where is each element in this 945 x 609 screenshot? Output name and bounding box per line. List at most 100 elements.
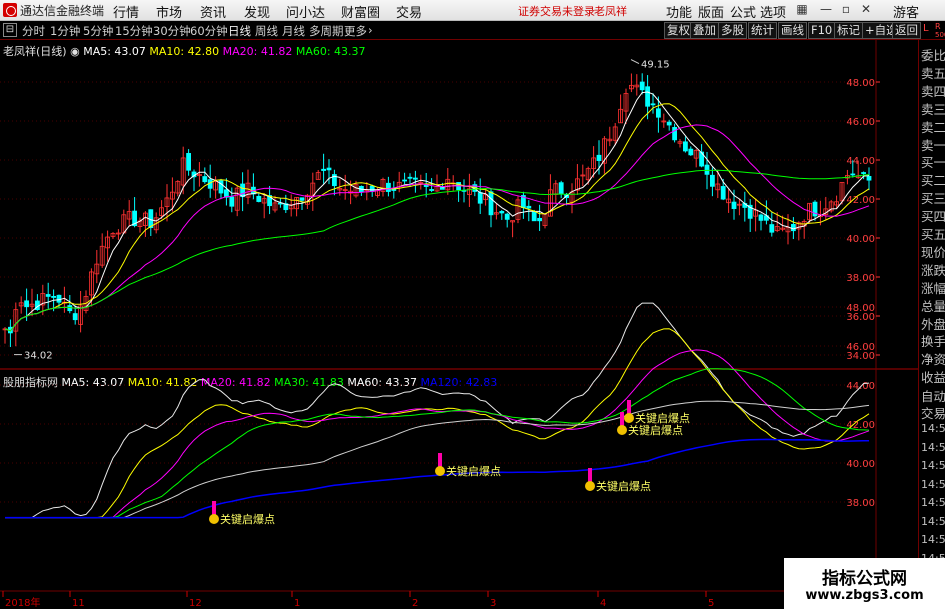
- candle-body-159: [861, 172, 866, 174]
- back-button[interactable]: 返回: [892, 22, 921, 39]
- signal-label-4: 关键启爆点: [635, 411, 690, 425]
- period-30min[interactable]: 30分钟: [153, 23, 191, 39]
- quote-label-1: 卖五: [921, 65, 945, 81]
- candle-body-92: [499, 211, 505, 214]
- menu-wenxiaoda[interactable]: 问小达: [286, 2, 325, 21]
- period-multi[interactable]: 多周期: [309, 23, 344, 39]
- chart-area[interactable]: 48.0046.0044.0042.0040.0038.0036.0034.00…: [0, 39, 918, 609]
- main-price-label-4: 40.00: [846, 234, 875, 245]
- period-more[interactable]: 更多: [344, 23, 367, 39]
- menu-gongshi[interactable]: 公式: [730, 2, 756, 21]
- candle-body-157: [850, 173, 856, 176]
- menu-faxian[interactable]: 发现: [244, 2, 270, 21]
- candle-body-123: [666, 121, 672, 126]
- signal-bar-2: [588, 468, 592, 482]
- fuquan-button[interactable]: 复权: [664, 22, 693, 39]
- candle-body-37: [202, 176, 208, 183]
- sub-ma60-line: [5, 400, 870, 519]
- main-price-label-5: 38.00: [846, 273, 875, 284]
- title-bar: 通达信金融终端 行情 市场 资讯 发现 问小达 财富圈 交易 证券交易未登录 老…: [0, 0, 945, 21]
- trade-time-3: 14:56: [921, 477, 945, 491]
- trade-time-6: 14:56: [921, 533, 945, 546]
- multi-stock-button[interactable]: 多股: [718, 22, 747, 39]
- period-5min[interactable]: 5分钟: [83, 23, 113, 39]
- menu-gongneng[interactable]: 功能: [666, 2, 692, 21]
- watermark-url: www.zbgs3.com: [805, 588, 924, 603]
- f10-button[interactable]: F10: [808, 22, 836, 39]
- signal-bar-3: [620, 412, 624, 426]
- high-price-label: 49.15: [641, 60, 670, 71]
- signal-label-0: 关键启爆点: [220, 512, 275, 526]
- quote-label-10: 买五: [921, 227, 945, 242]
- period-60min[interactable]: 60分钟: [190, 23, 228, 39]
- date-label-3: 1: [294, 598, 300, 609]
- candle-body-59: [321, 168, 327, 171]
- menu-xuanxiang[interactable]: 选项: [760, 2, 786, 21]
- candle-body-97: [526, 205, 532, 209]
- quote-label-16: 换手: [921, 334, 945, 350]
- signal-label-1: 关键启爆点: [446, 464, 501, 478]
- panel-letter-500[interactable]: 500: [935, 31, 945, 39]
- sub-ma20-line: [5, 349, 870, 519]
- panel-letter-r[interactable]: R: [935, 22, 941, 31]
- close-icon[interactable]: ✕: [858, 2, 874, 17]
- skin-icon[interactable]: ▦: [794, 2, 810, 17]
- trade-login-warning[interactable]: 证券交易未登录: [518, 3, 595, 19]
- candle-body-124: [672, 127, 677, 141]
- quote-label-4: 卖二: [921, 119, 945, 135]
- candle-body-76: [412, 177, 418, 180]
- candle-body-99: [537, 217, 542, 222]
- sub-ma30-line: [5, 368, 870, 519]
- statistics-button[interactable]: 统计: [748, 22, 777, 39]
- candle-body-75: [407, 176, 413, 179]
- low-price-label: 34.02: [24, 351, 53, 362]
- period-1min[interactable]: 1分钟: [50, 23, 80, 39]
- draw-line-button[interactable]: 画线: [778, 22, 807, 39]
- period-15min[interactable]: 15分钟: [115, 23, 153, 39]
- left-panel-icon[interactable]: ⊟: [3, 23, 17, 37]
- period-weekly[interactable]: 周线: [255, 23, 278, 39]
- signal-bar-0: [212, 501, 216, 515]
- date-label-5: 3: [490, 598, 496, 609]
- overlay-button[interactable]: 叠加: [690, 22, 719, 39]
- candle-body-121: [656, 108, 661, 118]
- candle-body-133: [720, 186, 726, 200]
- watermark-title: 指标公式网: [822, 569, 907, 589]
- candle-body-13: [72, 313, 78, 321]
- quote-label-5: 卖一: [921, 137, 945, 153]
- panel-letter-l[interactable]: L: [923, 23, 929, 34]
- main-price-label-3: 42.00: [846, 195, 875, 206]
- quote-label-12: 涨跌: [921, 262, 945, 278]
- period-daily[interactable]: 日线: [228, 23, 251, 39]
- quote-label-11: 现价: [921, 244, 945, 260]
- candle-body-9: [51, 295, 56, 298]
- quote-label-13: 涨幅: [921, 280, 945, 296]
- guest-user[interactable]: 游客: [893, 2, 919, 21]
- menu-jiaoyi[interactable]: 交易: [396, 2, 422, 21]
- money-bag-icon: [624, 413, 634, 423]
- menu-zixun[interactable]: 资讯: [200, 2, 226, 21]
- date-label-2: 12: [189, 598, 202, 609]
- mark-button[interactable]: 标记: [834, 22, 863, 39]
- candle-body-71: [385, 182, 391, 192]
- menu-shichang[interactable]: 市场: [156, 2, 182, 21]
- candle-body-88: [477, 192, 483, 204]
- candle-body-146: [791, 224, 796, 232]
- period-monthly[interactable]: 月线: [282, 23, 305, 39]
- menu-caifuquan[interactable]: 财富圈: [341, 2, 380, 21]
- candle-body-55: [299, 197, 305, 201]
- candle-body-120: [650, 103, 656, 106]
- quote-label-17: 净资: [921, 352, 945, 368]
- candle-body-47: [256, 195, 262, 202]
- more-chevron-icon[interactable]: ›: [368, 23, 373, 37]
- candle-body-160: [866, 175, 872, 181]
- period-fenshi[interactable]: 分时: [22, 23, 45, 39]
- menu-hangqing[interactable]: 行情: [113, 2, 139, 21]
- minimize-icon[interactable]: —: [818, 2, 834, 17]
- candle-body-93: [504, 213, 510, 220]
- main-price-label-2: 44.00: [846, 156, 875, 167]
- menu-banmian[interactable]: 版面: [698, 2, 724, 21]
- quote-label-7: 买二: [921, 173, 945, 189]
- sub-ma120-line: [5, 438, 870, 519]
- maximize-icon[interactable]: ▫: [838, 2, 854, 17]
